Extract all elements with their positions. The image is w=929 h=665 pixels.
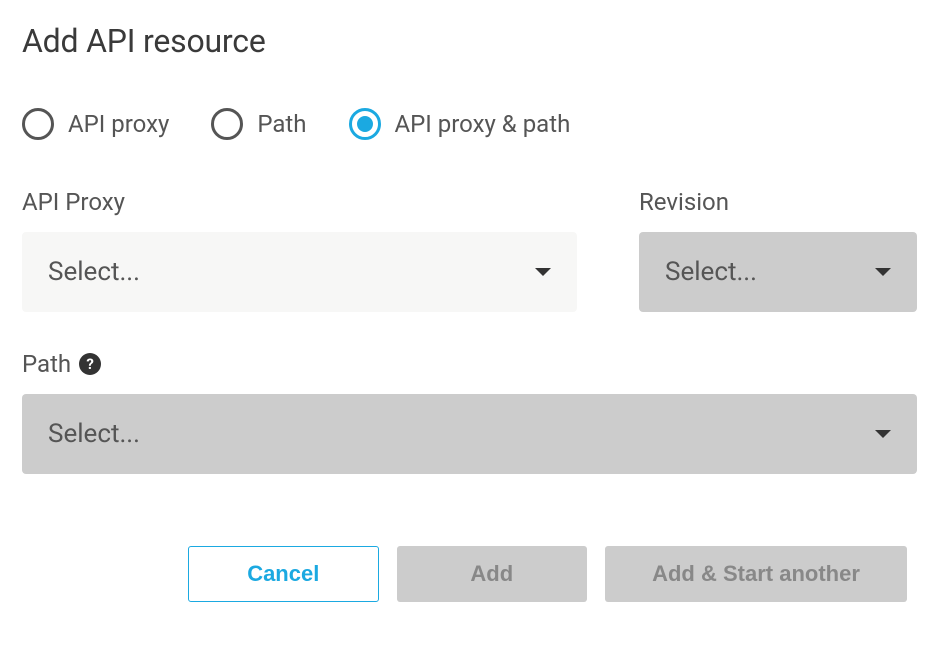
- revision-label: Revision: [639, 188, 917, 216]
- chevron-down-icon: [535, 268, 551, 276]
- dialog-button-row: Cancel Add Add & Start another: [188, 546, 907, 602]
- radio-path[interactable]: Path: [211, 108, 306, 140]
- path-select[interactable]: Select...: [22, 394, 917, 474]
- help-icon[interactable]: ?: [79, 353, 101, 375]
- path-label: Path ?: [22, 350, 917, 378]
- form-row-proxy-revision: API Proxy Select... Revision Select...: [22, 188, 907, 312]
- radio-label: API proxy & path: [395, 110, 571, 138]
- select-placeholder: Select...: [665, 257, 757, 287]
- chevron-down-icon: [875, 268, 891, 276]
- resource-type-radio-group: API proxy Path API proxy & path: [22, 108, 907, 140]
- form-group-revision: Revision Select...: [639, 188, 917, 312]
- cancel-button[interactable]: Cancel: [188, 546, 379, 602]
- radio-unchecked-icon: [211, 108, 243, 140]
- radio-checked-icon: [349, 108, 381, 140]
- radio-label: API proxy: [68, 110, 169, 138]
- radio-api-proxy-and-path[interactable]: API proxy & path: [349, 108, 571, 140]
- form-group-api-proxy: API Proxy Select...: [22, 188, 577, 312]
- revision-select[interactable]: Select...: [639, 232, 917, 312]
- page-title: Add API resource: [22, 22, 907, 60]
- path-label-text: Path: [22, 350, 71, 378]
- radio-label: Path: [257, 110, 306, 138]
- form-group-path: Path ? Select...: [22, 350, 917, 474]
- api-proxy-label: API Proxy: [22, 188, 577, 216]
- select-placeholder: Select...: [48, 419, 140, 449]
- add-button[interactable]: Add: [397, 546, 587, 602]
- radio-unchecked-icon: [22, 108, 54, 140]
- add-start-another-button[interactable]: Add & Start another: [605, 546, 907, 602]
- chevron-down-icon: [875, 430, 891, 438]
- select-placeholder: Select...: [48, 257, 140, 287]
- api-proxy-select[interactable]: Select...: [22, 232, 577, 312]
- radio-api-proxy[interactable]: API proxy: [22, 108, 169, 140]
